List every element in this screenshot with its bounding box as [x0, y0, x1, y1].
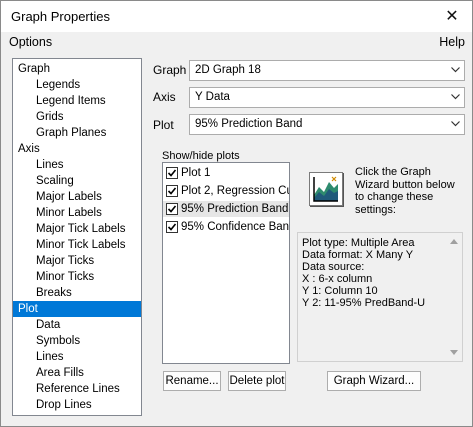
tree-item-minor-tick-labels[interactable]: Minor Tick Labels: [13, 237, 141, 253]
plot-list-item[interactable]: 95% Confidence Band: [163, 219, 290, 235]
tree-item-symbols[interactable]: Symbols: [13, 333, 141, 349]
tree-item-drop-lines[interactable]: Drop Lines: [13, 397, 141, 413]
axis-label: Axis: [153, 90, 176, 104]
title-bar: Graph Properties ✕: [1, 1, 472, 32]
menu-bar: Options Help: [1, 32, 472, 52]
info-line: Plot type: Multiple Area: [302, 237, 415, 249]
tree-item-reference-lines[interactable]: Reference Lines: [13, 381, 141, 397]
axis-select[interactable]: Y Data: [189, 87, 465, 108]
tree-item-major-ticks[interactable]: Major Ticks: [13, 253, 141, 269]
graph-wizard-icon: [309, 172, 343, 206]
plot-item-label: Plot 2, Regression Cur: [181, 185, 290, 197]
plot-list-item[interactable]: Plot 2, Regression Cur: [163, 183, 290, 199]
tree-item-breaks[interactable]: Breaks: [13, 285, 141, 301]
plot-label: Plot: [153, 118, 174, 132]
axis-select-value: Y Data: [195, 91, 230, 103]
info-line: Data source:: [302, 261, 365, 273]
plot-checkbox[interactable]: [166, 167, 178, 179]
plot-item-label: 95% Prediction Band: [181, 203, 289, 215]
plot-info-box: Plot type: Multiple Area Data format: X M…: [297, 232, 463, 362]
tree-item-legend-items[interactable]: Legend Items: [13, 93, 141, 109]
tree-item-major-labels[interactable]: Major Labels: [13, 189, 141, 205]
info-line: Y 1: Column 10: [302, 285, 378, 297]
chevron-down-icon: [451, 94, 460, 100]
rename-button[interactable]: Rename...: [163, 371, 221, 391]
graph-label: Graph: [153, 63, 187, 77]
graph-properties-window: Graph Properties ✕ Options Help Graph Leg…: [0, 0, 473, 427]
property-tree[interactable]: Graph Legends Legend Items Grids Graph Plane…: [12, 58, 142, 416]
close-button[interactable]: ✕: [440, 3, 464, 29]
tree-item-legends[interactable]: Legends: [13, 77, 141, 93]
tree-item-area-fills[interactable]: Area Fills: [13, 365, 141, 381]
plot-checkbox[interactable]: [166, 185, 178, 197]
tree-item-lines[interactable]: Lines: [13, 157, 141, 173]
scroll-up-icon[interactable]: [450, 239, 458, 244]
tree-item-lines[interactable]: Lines: [13, 349, 141, 365]
plot-checkbox[interactable]: [166, 221, 178, 233]
info-line: Y 2: 11-95% PredBand-U: [302, 297, 426, 309]
plot-item-label: Plot 1: [181, 167, 211, 179]
tree-item-minor-labels[interactable]: Minor Labels: [13, 205, 141, 221]
tree-item-graph[interactable]: Graph: [13, 61, 141, 77]
tree-item-grids[interactable]: Grids: [13, 109, 141, 125]
chevron-down-icon: [451, 67, 460, 73]
graph-select-value: 2D Graph 18: [195, 64, 261, 76]
scroll-down-icon[interactable]: [450, 350, 458, 355]
tree-item-major-tick-labels[interactable]: Major Tick Labels: [13, 221, 141, 237]
tree-item-graph-planes[interactable]: Graph Planes: [13, 125, 141, 141]
plot-select[interactable]: 95% Prediction Band: [189, 114, 465, 135]
plot-list-item[interactable]: Plot 1: [163, 165, 289, 181]
menu-options[interactable]: Options: [9, 35, 52, 49]
show-hide-plots-list[interactable]: Plot 1 Plot 2, Regression Cur 95% Predicti…: [162, 162, 290, 364]
tree-item-scaling[interactable]: Scaling: [13, 173, 141, 189]
plot-list-item[interactable]: 95% Prediction Band: [163, 201, 289, 217]
tree-item-data[interactable]: Data: [13, 317, 141, 333]
plot-checkbox[interactable]: [166, 203, 178, 215]
info-line: X : 6-x column: [302, 273, 373, 285]
plot-select-value: 95% Prediction Band: [195, 118, 303, 130]
tree-item-plot[interactable]: Plot: [13, 301, 141, 317]
tree-item-axis[interactable]: Axis: [13, 141, 141, 157]
info-line: Data format: X Many Y: [302, 249, 414, 261]
graph-select[interactable]: 2D Graph 18: [189, 60, 465, 81]
graph-wizard-button[interactable]: Graph Wizard...: [327, 371, 421, 391]
plot-item-label: 95% Confidence Band: [181, 221, 290, 233]
show-hide-plots-label: Show/hide plots: [162, 150, 240, 162]
chevron-down-icon: [451, 121, 460, 127]
info-scrollbar[interactable]: [446, 233, 462, 361]
tree-item-minor-ticks[interactable]: Minor Ticks: [13, 269, 141, 285]
delete-plot-button[interactable]: Delete plot: [228, 371, 286, 391]
wizard-hint-text: Click the Graph Wizard button below to c…: [355, 166, 455, 216]
window-title: Graph Properties: [11, 9, 110, 24]
menu-help[interactable]: Help: [439, 35, 465, 49]
